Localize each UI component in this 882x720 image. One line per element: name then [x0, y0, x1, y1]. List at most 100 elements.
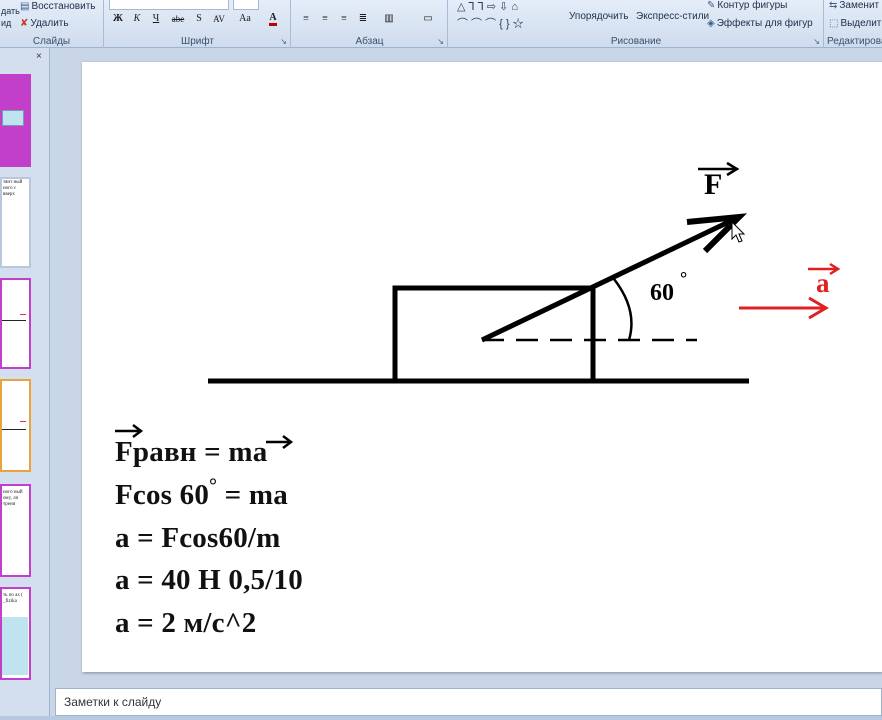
bold-button[interactable]: Ж — [110, 11, 126, 26]
formula-line-3: a = Fcos60/m — [115, 522, 281, 554]
slide-thumbnail-5[interactable]: ного ный ому, ля трени — [0, 484, 31, 577]
slide-canvas[interactable]: F 60 ° a Fравн = ma Fcos 60° = ma a = Fc… — [82, 62, 882, 672]
force-label: F — [704, 168, 723, 201]
thumbnail-1-box — [2, 110, 24, 126]
group-label-drawing: Рисование — [610, 36, 662, 47]
notes-pane[interactable]: Заметки к слайду — [55, 688, 882, 716]
shape-outline-button[interactable]: ✎ Контур фигуры — [707, 0, 787, 11]
font-name-combo[interactable] — [109, 0, 229, 10]
formula-line-2: Fcos 60° = ma — [115, 475, 288, 512]
columns-icon: ▥ — [384, 13, 394, 24]
new-slide-label-2[interactable]: ид — [1, 18, 11, 28]
underline-button[interactable]: Ч — [148, 11, 164, 26]
acceleration-label: a — [816, 268, 830, 298]
shapes-row-2-icon[interactable]: ⌒ ⌒ ⌒ { } ☆ — [457, 15, 524, 31]
thumbnail-6-box — [2, 617, 28, 675]
delete-icon: ✘ — [20, 18, 29, 29]
slide-thumbnail-4[interactable] — [0, 379, 31, 472]
formula-2-post: = ma — [217, 479, 288, 511]
shadow-button[interactable]: S — [191, 11, 207, 26]
group-label-paragraph: Абзац — [355, 36, 384, 47]
force-arrow-shaft — [480, 215, 739, 343]
font-color-icon: A — [269, 12, 277, 26]
formula-1-ma: ma — [228, 436, 268, 468]
new-slide-label-1[interactable]: дать — [1, 6, 20, 16]
font-dialog-launcher-icon[interactable]: ↘ — [280, 37, 287, 46]
formula-2-degree: ° — [209, 475, 218, 497]
mouse-cursor-icon — [731, 220, 746, 243]
quick-styles-label: Экспресс-стили — [636, 11, 710, 22]
close-panel-icon[interactable]: × — [36, 51, 42, 62]
strikethrough-button[interactable]: abe — [167, 11, 189, 26]
slide-thumbnail-3[interactable] — [0, 278, 31, 369]
quick-styles-button[interactable]: Экспресс-стили — [636, 11, 709, 22]
thumbnail-2-text: тянт ный ного с вверх — [3, 180, 23, 197]
smartart-button[interactable]: ▭ — [420, 11, 436, 26]
spacing-button[interactable]: AV — [209, 11, 229, 26]
thumbnail-3-line — [2, 320, 26, 321]
formula-line-4: a = 40 Н 0,5/10 — [115, 564, 303, 596]
font-color-button[interactable]: A — [263, 11, 283, 26]
shapes-row-1-icon[interactable]: △ ⅂ ⅂ ⇨ ⇩ ⌂ — [457, 0, 518, 13]
restore-button[interactable]: ▤ Восстановить — [20, 1, 96, 12]
columns-button[interactable]: ▥ — [378, 11, 400, 26]
select-button[interactable]: ⬚ Выделит — [829, 18, 881, 29]
thumbnail-6-text: ть по ах ( _fizika — [3, 593, 23, 604]
effects-icon: ◈ — [707, 18, 715, 29]
angle-degree-sign: ° — [680, 268, 688, 288]
formula-line-5: a = 2 м/с^2 — [115, 607, 257, 639]
replace-icon: ⇆ — [829, 0, 838, 11]
thumbnail-3-arrow — [20, 314, 26, 315]
select-label: Выделит — [840, 18, 882, 29]
italic-button[interactable]: К — [129, 11, 145, 26]
arrange-button[interactable]: Упорядочить — [569, 11, 629, 22]
group-label-font: Шрифт — [181, 36, 214, 47]
align-left-button[interactable]: ≡ — [298, 11, 314, 26]
justify-button[interactable]: ≣ — [355, 11, 371, 26]
bottom-edge — [0, 716, 882, 720]
delete-slide-button[interactable]: ✘ Удалить — [20, 18, 69, 29]
change-case-button[interactable]: Aa — [235, 11, 255, 26]
replace-label: Заменит — [839, 0, 880, 11]
thumbnail-5-text: ного ный ому, ля трени — [3, 490, 23, 507]
ribbon-group-paragraph: ≡ ≡ ≡ ≣ ▥ ▭ Абзац ↘ — [292, 0, 448, 48]
smartart-icon: ▭ — [423, 13, 433, 24]
align-center-button[interactable]: ≡ — [317, 11, 333, 26]
shape-effects-button[interactable]: ◈ Эффекты для фигур — [707, 18, 813, 29]
restore-label: Восстановить — [31, 1, 96, 12]
justify-icon: ≣ — [358, 13, 368, 24]
align-right-icon: ≡ — [341, 13, 347, 24]
slide-thumbnail-1[interactable] — [0, 74, 31, 167]
formula-line-1: Fравн = ma — [115, 436, 267, 469]
align-left-icon: ≡ — [303, 13, 309, 24]
slide-thumbnail-2[interactable]: тянт ный ного с вверх — [0, 177, 31, 268]
font-size-combo[interactable] — [233, 0, 259, 10]
thumbnail-4-arrow — [20, 421, 26, 422]
formula-2-pre: Fcos 60 — [115, 479, 210, 511]
outline-pen-icon: ✎ — [707, 0, 716, 11]
slides-panel: × тянт ный ного с вверх ного ный ому, ля… — [0, 48, 50, 720]
align-right-button[interactable]: ≡ — [336, 11, 352, 26]
slide-thumbnail-6[interactable]: ть по ах ( _fizika — [0, 587, 31, 680]
drawing-dialog-launcher-icon[interactable]: ↘ — [813, 37, 820, 46]
replace-button[interactable]: ⇆ Заменит — [829, 0, 879, 11]
ribbon-group-editing: ⇆ Заменит ⬚ Выделит Редактирова — [825, 0, 882, 48]
restore-icon: ▤ — [20, 1, 30, 12]
ribbon: дать ид ▤ Восстановить ✘ Удалить Слайды … — [0, 0, 882, 48]
angle-arc — [613, 278, 633, 341]
arrange-label: Упорядочить — [569, 11, 629, 22]
ribbon-group-drawing: △ ⅂ ⅂ ⇨ ⇩ ⌂ ⌒ ⌒ ⌒ { } ☆ Упорядочить Эксп… — [449, 0, 824, 48]
group-label-editing: Редактирова — [827, 36, 882, 47]
formula-1-F: F — [115, 436, 133, 468]
paragraph-dialog-launcher-icon[interactable]: ↘ — [437, 37, 444, 46]
shape-effects-label: Эффекты для фигур — [716, 18, 813, 29]
angle-label: 60 — [650, 280, 674, 306]
ribbon-group-font: Ж К Ч abe S AV Aa A Шрифт ↘ — [105, 0, 291, 48]
powerpoint-window: дать ид ▤ Восстановить ✘ Удалить Слайды … — [0, 0, 882, 720]
group-label-slides: Слайды — [32, 36, 71, 47]
align-center-icon: ≡ — [322, 13, 328, 24]
notes-placeholder: Заметки к слайду — [64, 695, 162, 709]
force-arrow-head — [686, 213, 748, 254]
delete-label: Удалить — [30, 18, 69, 29]
thumbnail-4-line — [2, 429, 26, 430]
